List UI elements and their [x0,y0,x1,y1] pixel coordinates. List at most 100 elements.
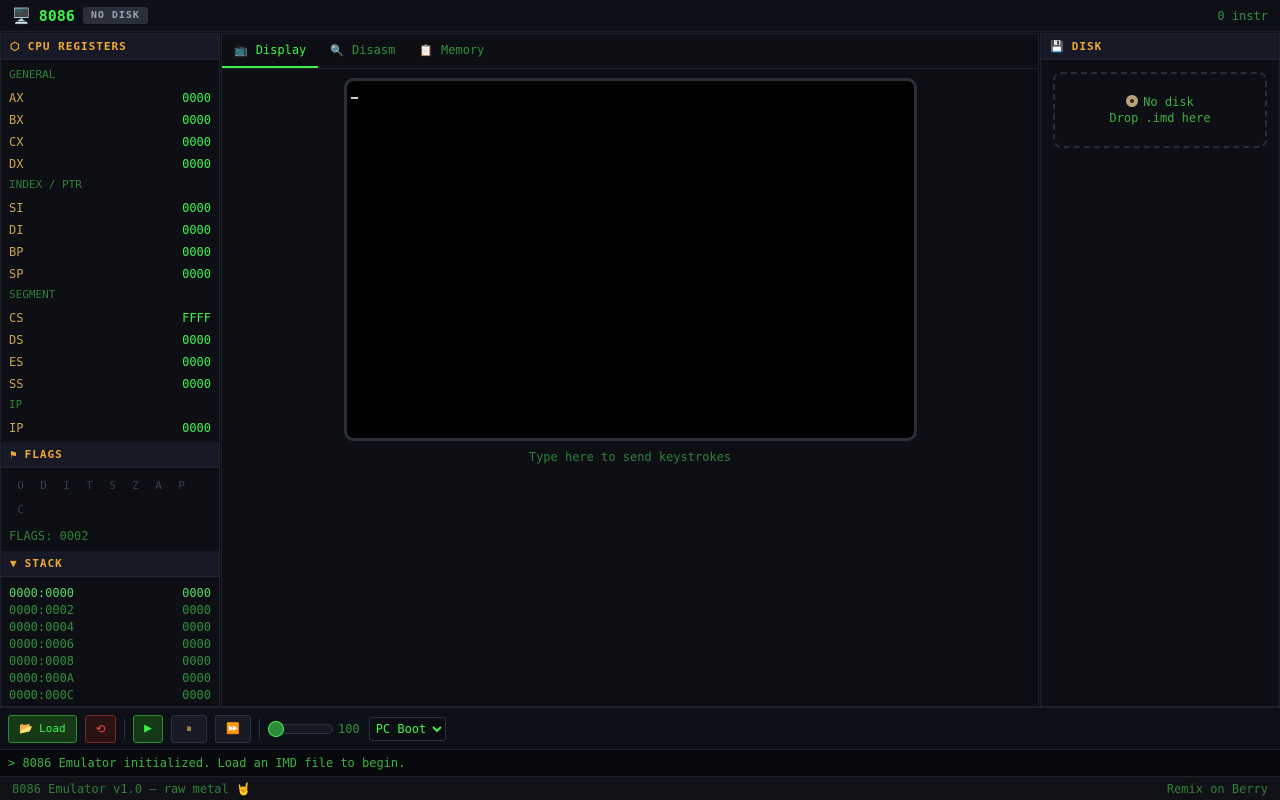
register-row-sp: SP 0000 [9,264,211,286]
version-label: 8086 Emulator v1.0 — raw metal 🤘 [12,781,251,796]
stack-value: 0000 [182,688,211,702]
register-name: ES [9,355,24,369]
register-name: SI [9,201,24,215]
reset-icon: ⟲ [95,721,106,736]
disc-icon [1126,95,1139,107]
register-row-ss: SS 0000 [9,374,211,396]
register-row-si: SI 0000 [9,198,211,220]
tab-display[interactable]: 📺 Display [222,34,319,68]
register-group-label: GENERAL [9,68,56,81]
stack-address: 0000:000C [9,688,75,702]
register-name: AX [9,91,24,105]
disk-title: DISK [1071,40,1103,53]
display-screen[interactable] [344,78,917,441]
flag-bit: C [17,503,24,516]
speed-slider-knob[interactable] [268,720,284,737]
register-value: 0000 [182,201,211,215]
register-group-label: INDEX / PTR [9,178,82,191]
register-row-bp: BP 0000 [9,242,211,264]
register-value: 0000 [182,267,211,281]
register-value: 0000 [182,157,211,171]
stack-row: 0000:0002 0000 [9,602,211,619]
chip-icon: ⬡ [10,40,21,53]
flag-bit: D [40,479,47,492]
register-value: 0000 [182,355,211,369]
stack-address: 0000:0006 [9,637,75,651]
flag-bit: P [178,479,185,492]
register-name: DS [9,333,24,347]
pause-icon: ⏸ [186,721,192,735]
instruction-counter: 0 instr [1217,8,1268,23]
register-name: BX [9,113,24,127]
stack-address: 0000:0008 [9,654,75,668]
stack-address: 0000:0000 [9,586,75,600]
flags-section: ⚑ FLAGS O D I T S Z A P C FLAGS: 0002 [1,442,219,544]
tab-label: Disasm [351,43,396,57]
floppy-icon: 💾 [1050,40,1065,53]
control-toolbar: 📂 Load ⟲ ▶ ⏸ ⏩ 100 PC Boot [0,707,1280,749]
registers-title: CPU REGISTERS [27,40,127,53]
register-row-cx: CX 0000 [9,132,211,154]
stack-value: 0000 [182,671,211,685]
stack-list: 0000:0000 0000 0000:0002 0000 0000:0004 0000 0… [1,577,219,704]
register-row-dx: DX 0000 [9,154,211,176]
stack-address: 0000:0004 [9,620,75,634]
app-title: 8086 [38,6,75,25]
flag-bit: S [109,479,116,492]
stack-row: 0000:0008 0000 [9,653,211,670]
computer-icon: 🖥️ [12,6,31,25]
register-value: 0000 [182,245,211,259]
stack-header: ▼ STACK [1,551,219,577]
flag-bit: A [155,479,162,492]
flag-bit: T [86,479,93,492]
disk-status-badge: NO DISK [82,7,148,24]
register-row-ds: DS 0000 [9,330,211,352]
register-list: GENERAL AX 0000 BX 0000 CX 0000 DX 0000 INDEX / P… [1,60,219,440]
top-bar: 🖥️ 8086 NO DISK 0 instr [0,0,1280,32]
flags-title: FLAGS [24,448,63,461]
stack-row: 0000:0004 0000 [9,619,211,636]
speed-slider[interactable] [268,720,333,737]
remix-link[interactable]: Remix on Berry [1167,782,1268,796]
register-name: SS [9,377,24,391]
clipboard-icon: 📋 [419,43,434,57]
pause-button[interactable]: ⏸ [171,714,207,743]
no-disk-line: No disk [1055,94,1265,110]
toolbar-divider [124,718,125,739]
play-icon: ▶ [144,721,152,736]
tab-label: Display [255,43,307,57]
flag-bit: O [17,479,24,492]
register-value: 0000 [182,421,211,435]
magnifier-icon: 🔍 [330,43,344,57]
stack-value: 0000 [182,603,211,617]
register-row-ip: IP 0000 [9,418,211,440]
register-row-cs: CS FFFF [9,308,211,330]
register-value: 0000 [182,135,211,149]
triangle-down-icon: ▼ [10,557,18,570]
tab-disasm[interactable]: 🔍 Disasm [318,34,407,68]
register-name: BP [9,245,24,259]
register-name: CX [9,135,24,149]
stack-section: ▼ STACK 0000:0000 0000 0000:0002 0000 0000:0… [1,551,219,704]
register-name: DX [9,157,24,171]
stack-value: 0000 [182,654,211,668]
step-button[interactable]: ⏩ [215,714,251,743]
stack-row: 0000:0006 0000 [9,636,211,653]
boot-mode-select[interactable]: PC Boot [368,716,446,741]
main-panel: 📺 Display 🔍 Disasm 📋 Memory Type here to… [221,33,1039,707]
stack-value: 0000 [182,637,211,651]
registers-panel: ⬡ CPU REGISTERS GENERAL AX 0000 BX 0000 CX 000… [0,33,220,707]
stack-address: 0000:000A [9,671,75,685]
register-row-es: ES 0000 [9,352,211,374]
run-button[interactable]: ▶ [133,714,163,743]
load-button[interactable]: 📂 Load [8,714,77,743]
disk-drop-zone[interactable]: No disk Drop .imd here [1053,72,1267,148]
reset-button[interactable]: ⟲ [85,714,116,743]
register-group-label: SEGMENT [9,288,56,301]
tab-memory[interactable]: 📋 Memory [407,34,496,68]
flags-header: ⚑ FLAGS [1,442,219,468]
tab-bar: 📺 Display 🔍 Disasm 📋 Memory [222,34,1038,69]
load-label: Load [39,722,66,735]
monitor-icon: 📺 [234,43,248,57]
status-bar: 8086 Emulator v1.0 — raw metal 🤘 Remix o… [0,776,1280,800]
